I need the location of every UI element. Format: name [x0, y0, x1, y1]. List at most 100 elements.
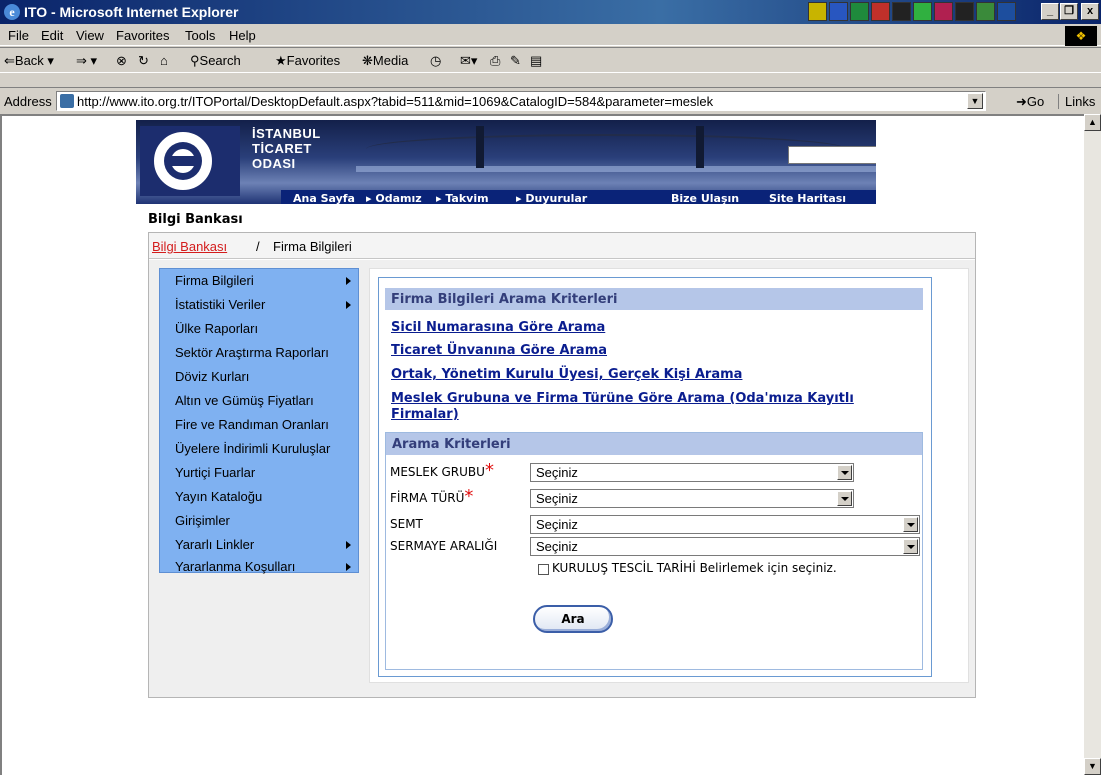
minimize-button[interactable]: _ [1041, 3, 1059, 20]
link-sicil-numarasi[interactable]: Sicil Numarasına Göre Arama [391, 320, 605, 335]
brand-name: İSTANBUL TİCARET ODASI [252, 126, 321, 171]
chevron-down-icon[interactable] [837, 491, 852, 506]
sidebar-item-yurtici-fuarlar[interactable]: Yurtiçi Fuarlar [175, 465, 255, 480]
stop-icon[interactable]: ⊗ [116, 53, 127, 69]
excel-icon[interactable] [850, 2, 869, 21]
nav-takvim[interactable]: ▸ Takvim [436, 192, 489, 204]
sidebar-item-sektor-arastirma[interactable]: Sektör Araştırma Raporları [175, 345, 329, 360]
menu-bar: File Edit View Favorites Tools Help [0, 24, 1101, 46]
chevron-right-icon [346, 301, 351, 309]
app-icon[interactable] [976, 2, 995, 21]
panel-title: Firma Bilgileri Arama Kriterleri [385, 288, 923, 310]
breadcrumb-home-link[interactable]: Bilgi Bankası [152, 239, 227, 254]
menu-file[interactable]: File [8, 28, 29, 43]
chevron-down-icon[interactable] [837, 465, 852, 480]
app-icon[interactable] [955, 2, 974, 21]
forward-button[interactable]: ⇒ ▾ [76, 53, 97, 69]
brand-line: TİCARET [252, 141, 312, 156]
menu-favorites[interactable]: Favorites [116, 28, 169, 43]
search-submit-button[interactable]: Ara [533, 605, 613, 633]
vertical-scrollbar[interactable]: ▲ ▼ [1084, 114, 1101, 775]
address-url: http://www.ito.org.tr/ITOPortal/DesktopD… [77, 94, 714, 109]
sidebar-item-indirimli-kuruluslar[interactable]: Üyelere İndirimli Kuruluşlar [175, 441, 330, 456]
search-label: Search [199, 53, 241, 68]
search-button[interactable]: ⚲Search [190, 53, 241, 69]
app-icon[interactable] [892, 2, 911, 21]
close-button[interactable]: x [1081, 3, 1099, 20]
sidebar-item-fire-randiman[interactable]: Fire ve Randıman Oranları [175, 417, 329, 432]
menu-help[interactable]: Help [229, 28, 256, 43]
sidebar-item-altin-gumus[interactable]: Altın ve Gümüş Fiyatları [175, 393, 314, 408]
site-search-input[interactable] [788, 146, 876, 164]
address-label: Address [4, 94, 52, 109]
go-icon: ➜ [1016, 94, 1027, 109]
sidebar-item-yararli-linkler[interactable]: Yararlı Linkler [175, 537, 254, 552]
menu-tools[interactable]: Tools [185, 28, 215, 43]
menu-view[interactable]: View [76, 28, 104, 43]
app-icon[interactable] [934, 2, 953, 21]
search-options-box: Firma Bilgileri Arama Kriterleri Sicil N… [378, 277, 932, 677]
favorites-button[interactable]: ★Favorites [275, 53, 340, 69]
link-meslek-grubu-cont[interactable]: Firmalar) [391, 407, 459, 422]
ito-logo[interactable] [140, 126, 240, 196]
sidebar-item-istatistiki-veriler[interactable]: İstatistiki Veriler [175, 297, 265, 312]
banner-bridge-cable [366, 134, 846, 164]
app-icon[interactable] [997, 2, 1016, 21]
firma-turu-select[interactable]: Seçiniz [530, 489, 854, 508]
scroll-down-icon[interactable]: ▼ [1084, 758, 1101, 775]
nav-site-haritasi[interactable]: Site Haritası [769, 192, 846, 204]
field-label-sermaye-araligi: SERMAYE ARALIĞI [390, 539, 498, 553]
app-icon[interactable] [913, 2, 932, 21]
content-frame: Bilgi Bankası / Firma Bilgileri Firma Bi… [148, 232, 976, 698]
sidebar-item-ulke-raporlari[interactable]: Ülke Raporları [175, 321, 258, 336]
link-ortak-yonetim[interactable]: Ortak, Yönetim Kurulu Üyesi, Gerçek Kişi… [391, 367, 742, 382]
sermaye-araligi-select[interactable]: Seçiniz [530, 537, 920, 556]
address-dropdown-icon[interactable]: ▼ [967, 93, 983, 109]
link-ticaret-unvani[interactable]: Ticaret Ünvanına Göre Arama [391, 343, 607, 358]
favorites-label: Favorites [286, 53, 341, 68]
required-icon: * [484, 460, 494, 481]
refresh-icon[interactable]: ↻ [138, 53, 149, 69]
go-button[interactable]: ➜Go [1016, 94, 1044, 110]
home-icon[interactable]: ⌂ [160, 53, 168, 68]
edit-icon[interactable]: ✎ [510, 53, 521, 69]
nav-ana-sayfa[interactable]: Ana Sayfa [293, 192, 355, 204]
chevron-down-icon[interactable] [903, 517, 918, 532]
mail-icon[interactable]: ✉▾ [460, 53, 477, 69]
maximize-button[interactable]: ❐ [1060, 3, 1078, 20]
word-icon[interactable] [829, 2, 848, 21]
print-icon[interactable]: ⎙ [490, 53, 500, 69]
kurulus-tarihi-checkbox[interactable] [538, 564, 549, 575]
brand-line: İSTANBUL [252, 126, 321, 141]
taskbar-tray [808, 2, 1016, 22]
meslek-grubu-select[interactable]: Seçiniz [530, 463, 854, 482]
chevron-right-icon [346, 277, 351, 285]
go-label: Go [1026, 94, 1045, 109]
sidebar-item-firma-bilgileri[interactable]: Firma Bilgileri [175, 273, 254, 288]
sidebar-item-yararlanma-kosullari[interactable]: Yararlanma Koşulları [175, 559, 295, 574]
sidebar-item-girisimler[interactable]: Girişimler [175, 513, 230, 528]
nav-duyurular[interactable]: ▸ Duyurular [516, 192, 587, 204]
select-value: Seçiniz [536, 465, 578, 480]
field-label-semt: SEMT [390, 517, 423, 531]
media-button[interactable]: ❋Media [362, 53, 408, 69]
nav-bize-ulasin[interactable]: Bize Ulaşın [671, 192, 739, 204]
chevron-down-icon[interactable] [903, 539, 918, 554]
link-meslek-grubu[interactable]: Meslek Grubuna ve Firma Türüne Göre Aram… [391, 391, 854, 406]
app-icon[interactable] [808, 2, 827, 21]
semt-select[interactable]: Seçiniz [530, 515, 920, 534]
nav-odamiz[interactable]: ▸ Odamız [366, 192, 422, 204]
history-icon[interactable]: ◷ [430, 53, 441, 69]
powerpoint-icon[interactable] [871, 2, 890, 21]
page-title: Bilgi Bankası [148, 212, 243, 227]
address-input[interactable]: http://www.ito.org.tr/ITOPortal/DesktopD… [56, 91, 986, 111]
scroll-up-icon[interactable]: ▲ [1084, 114, 1101, 131]
discuss-icon[interactable]: ▤ [530, 53, 542, 69]
menu-edit[interactable]: Edit [41, 28, 63, 43]
banner-bridge-tower [696, 126, 704, 168]
sidebar-item-doviz-kurlari[interactable]: Döviz Kurları [175, 369, 249, 384]
back-button[interactable]: ⇐Back ▾ [4, 53, 54, 69]
sidebar-item-yayin-katalogu[interactable]: Yayın Kataloğu [175, 489, 262, 504]
links-button[interactable]: Links [1058, 94, 1095, 109]
field-label-text: MESLEK GRUBU [390, 465, 485, 479]
